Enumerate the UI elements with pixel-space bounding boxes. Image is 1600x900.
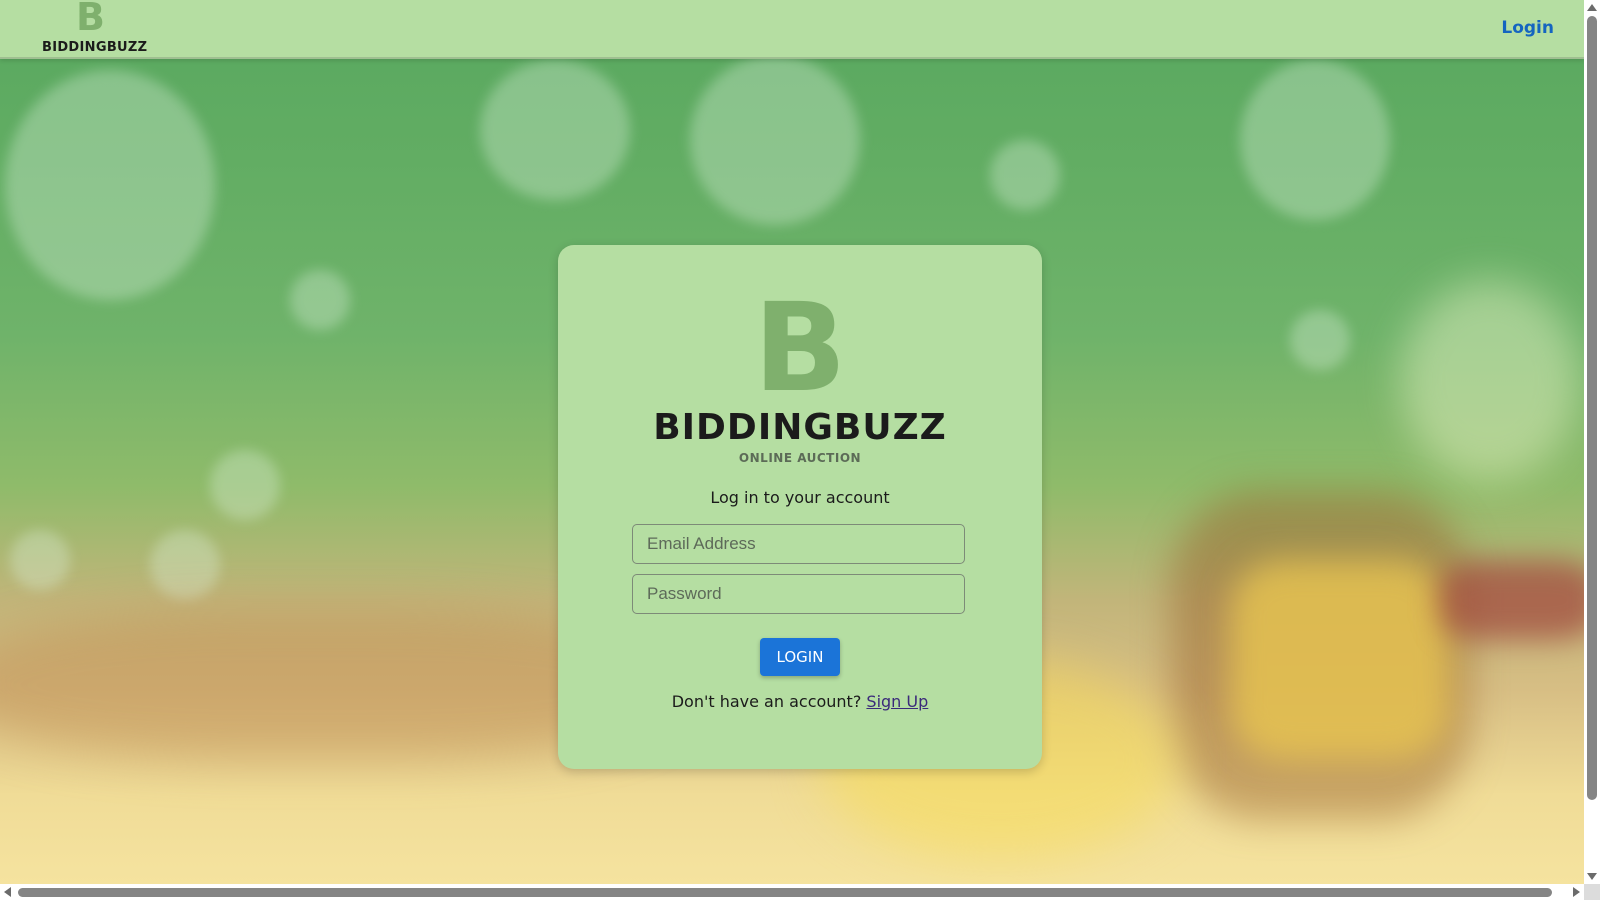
logo-wordmark: BIDDINGBUZZ [653,407,947,448]
arrow-up-icon[interactable] [1587,4,1597,11]
login-card: B BIDDINGBUZZ ONLINE AUCTION Log in to y… [558,245,1042,769]
logo-wordmark: BIDDINGBUZZ [42,40,148,55]
logo-b-mark: B [753,277,847,419]
bokeh-light [290,270,350,330]
biddingbuzz-logo[interactable]: B BIDDINGBUZZ [40,0,148,55]
arrow-left-icon[interactable] [4,887,11,897]
logo-b-mark: B [76,0,105,39]
bokeh-light [990,140,1060,210]
gavel-handle [1440,560,1584,640]
signup-prompt: Don't have an account? Sign Up [558,692,1042,711]
arrow-down-icon[interactable] [1587,873,1597,880]
arrow-right-icon[interactable] [1573,887,1580,897]
bokeh-light [690,55,860,225]
login-button[interactable]: LOGIN [760,638,840,676]
bokeh-light [5,70,215,300]
nav-login-link[interactable]: Login [1501,18,1554,38]
horizontal-scrollbar[interactable] [0,884,1584,900]
bokeh-light [1400,280,1580,480]
bokeh-light [210,450,280,520]
email-field[interactable] [632,524,965,564]
login-page: B BIDDINGBUZZ Login B BIDDINGBUZZ ONLINE… [0,0,1600,900]
signup-prompt-text: Don't have an account? [671,692,862,711]
top-navbar: B BIDDINGBUZZ Login [0,0,1584,59]
scrollbar-corner [1584,884,1600,900]
bokeh-light [1290,310,1350,370]
bokeh-light [1240,60,1390,220]
bokeh-light [480,60,630,200]
horizontal-scroll-thumb[interactable] [18,888,1552,897]
login-heading: Log in to your account [710,488,890,507]
vertical-scrollbar[interactable] [1584,0,1600,884]
gavel-head [1230,560,1450,760]
bokeh-light [10,530,70,590]
card-logo: B BIDDINGBUZZ ONLINE AUCTION [558,287,1042,465]
bokeh-light [150,530,220,600]
logo-tagline: ONLINE AUCTION [738,451,862,465]
password-field[interactable] [632,574,965,614]
vertical-scroll-thumb[interactable] [1587,16,1597,800]
signup-link[interactable]: Sign Up [866,692,928,711]
